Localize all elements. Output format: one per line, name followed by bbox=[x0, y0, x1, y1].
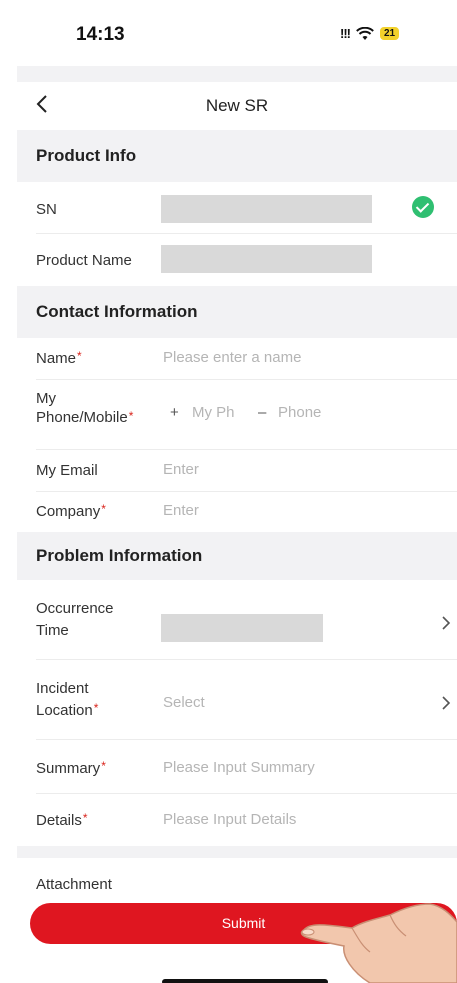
section-title-product: Product Info bbox=[36, 146, 137, 165]
summary-input[interactable]: Please Input Summary bbox=[163, 759, 315, 776]
required-mark: * bbox=[77, 349, 82, 363]
details-row: Details* Please Input Details bbox=[17, 794, 457, 846]
section-header-contact: Contact Information bbox=[17, 286, 457, 338]
name-row: Name* Please enter a name bbox=[17, 338, 457, 380]
email-label: My Email bbox=[36, 462, 98, 479]
section-title-problem: Problem Information bbox=[36, 546, 203, 565]
status-icons: !!! 21 bbox=[340, 26, 400, 41]
sn-row: SN bbox=[17, 182, 457, 234]
company-label: Company* bbox=[36, 502, 106, 520]
sn-value bbox=[161, 195, 372, 223]
details-label: Details* bbox=[36, 811, 88, 829]
required-mark: * bbox=[128, 408, 134, 423]
product-name-row: Product Name bbox=[17, 234, 457, 286]
home-indicator bbox=[162, 979, 328, 983]
chevron-right-icon[interactable] bbox=[439, 616, 453, 630]
check-icon bbox=[412, 196, 434, 218]
battery-icon: 21 bbox=[380, 27, 400, 40]
phone-label: My Phone/Mobile* bbox=[36, 390, 134, 426]
required-mark: * bbox=[93, 700, 99, 715]
phone-separator: – bbox=[258, 404, 267, 421]
product-name-label: Product Name bbox=[36, 252, 132, 269]
chevron-right-icon[interactable] bbox=[439, 696, 453, 710]
wifi-icon bbox=[356, 26, 374, 40]
company-input[interactable]: Enter bbox=[163, 502, 199, 519]
required-mark: * bbox=[101, 502, 106, 516]
nav-bar: New SR bbox=[17, 82, 457, 130]
summary-label: Summary* bbox=[36, 759, 106, 777]
attachment-label: Attachment bbox=[36, 876, 112, 893]
phone-row: My Phone/Mobile* + My Ph – Phone bbox=[17, 380, 457, 450]
section-header-problem: Problem Information bbox=[17, 532, 457, 580]
section-header-product: Product Info bbox=[17, 130, 457, 182]
product-name-value bbox=[161, 245, 372, 273]
details-input[interactable]: Please Input Details bbox=[163, 811, 296, 828]
top-divider-strip bbox=[17, 66, 457, 82]
email-input[interactable]: Enter bbox=[163, 461, 199, 478]
incident-location-label: Incident Location* bbox=[36, 680, 99, 719]
summary-row: Summary* Please Input Summary bbox=[17, 740, 457, 794]
phone-plus-sign: + bbox=[170, 404, 179, 421]
name-input[interactable]: Please enter a name bbox=[163, 349, 301, 366]
name-label: Name* bbox=[36, 349, 82, 367]
attachment-divider-strip bbox=[17, 846, 457, 858]
occurrence-time-row[interactable]: Occurrence Time bbox=[17, 580, 457, 660]
email-row: My Email Enter bbox=[17, 450, 457, 492]
incident-location-row[interactable]: Incident Location* Select bbox=[17, 660, 457, 740]
sn-label: SN bbox=[36, 201, 57, 218]
occurrence-time-value bbox=[161, 614, 323, 642]
phone-number-input[interactable]: Phone bbox=[278, 404, 321, 421]
incident-location-select[interactable]: Select bbox=[163, 694, 205, 711]
country-code-input[interactable]: My Ph bbox=[192, 404, 235, 421]
required-mark: * bbox=[82, 811, 88, 825]
pointing-hand-icon bbox=[300, 903, 457, 983]
company-row: Company* Enter bbox=[17, 492, 457, 532]
page-title: New SR bbox=[205, 96, 269, 115]
required-mark: * bbox=[101, 759, 106, 773]
status-bar: 14:13 !!! 21 bbox=[0, 0, 457, 66]
status-time: 14:13 bbox=[76, 24, 125, 45]
occurrence-time-label: Occurrence Time bbox=[36, 600, 114, 639]
signal-icon: !!! bbox=[340, 26, 351, 41]
section-title-contact: Contact Information bbox=[36, 302, 198, 321]
